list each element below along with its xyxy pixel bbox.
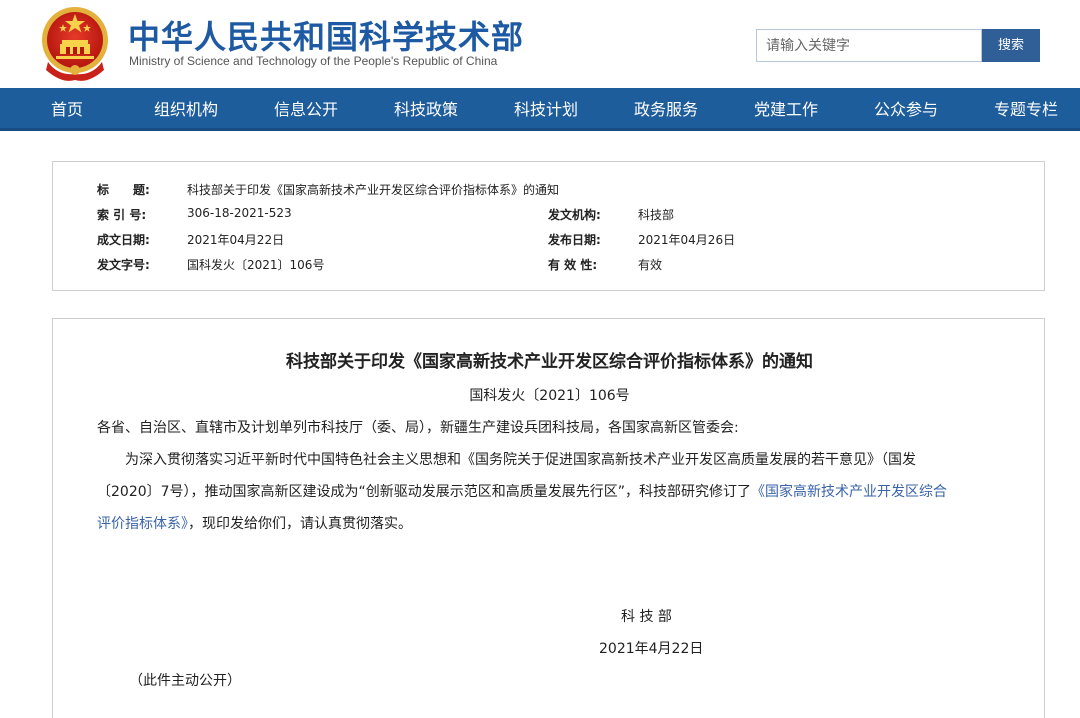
paragraph-text: 〔2020〕7号），推动国家高新区建设成为“创新驱动发展示范区和高质量发展先行区… xyxy=(97,484,752,500)
meta-published-value: 2021年04月26日 xyxy=(638,233,736,247)
article-title: 科技部关于印发《国家高新技术产业开发区综合评价指标体系》的通知 xyxy=(286,352,813,372)
meta-validity-value: 有效 xyxy=(638,258,663,272)
nav-item-programs[interactable]: 科技计划 xyxy=(506,88,586,131)
article-doc-number: 国科发火〔2021〕106号 xyxy=(469,388,630,404)
national-emblem-icon[interactable] xyxy=(38,4,112,82)
nav-item-public[interactable]: 公众参与 xyxy=(866,88,946,131)
nav-item-policy[interactable]: 科技政策 xyxy=(386,88,466,131)
nav-item-home[interactable]: 首页 xyxy=(27,88,107,131)
article-salutation: 各省、自治区、直辖市及计划单列市科技厅（委、局），新疆生产建设兵团科技局，各国家… xyxy=(97,420,739,436)
nav-item-info-disclosure[interactable]: 信息公开 xyxy=(266,88,346,131)
meta-issuer-value: 科技部 xyxy=(638,208,675,222)
main-nav: 首页 组织机构 信息公开 科技政策 科技计划 政务服务 党建工作 公众参与 专题… xyxy=(0,88,1080,131)
meta-index-value: 306-18-2021-523 xyxy=(187,206,292,220)
meta-title-value: 科技部关于印发《国家高新技术产业开发区综合评价指标体系》的通知 xyxy=(187,183,560,197)
meta-published-label: 发布日期: xyxy=(548,233,601,247)
nav-item-topics[interactable]: 专题专栏 xyxy=(986,88,1066,131)
meta-created-value: 2021年04月22日 xyxy=(187,233,285,247)
search-input[interactable] xyxy=(756,29,982,62)
article-paragraph-line-1: 为深入贯彻落实习近平新时代中国特色社会主义思想和《国务院关于促进国家高新技术产业… xyxy=(125,452,916,468)
article-paragraph-line-2: 〔2020〕7号），推动国家高新区建设成为“创新驱动发展示范区和高质量发展先行区… xyxy=(97,481,947,501)
document-meta-box: 标 题: 科技部关于印发《国家高新技术产业开发区综合评价指标体系》的通知 索 引… xyxy=(52,161,1045,291)
article-content: 科技部关于印发《国家高新技术产业开发区综合评价指标体系》的通知 国科发火〔202… xyxy=(52,318,1045,718)
site-title[interactable]: 中华人民共和国科学技术部 xyxy=(128,12,524,58)
indicator-system-link[interactable]: 《国家高新技术产业开发区综合 xyxy=(751,484,947,500)
meta-created-label: 成文日期: xyxy=(97,233,150,247)
indicator-system-link-cont[interactable]: 评价指标体系》 xyxy=(97,516,188,532)
meta-index-label: 索 引 号: xyxy=(97,208,147,222)
search-button[interactable]: 搜索 xyxy=(982,29,1040,62)
signature-issuer: 科 技 部 xyxy=(621,609,672,625)
site-subtitle: Ministry of Science and Technology of th… xyxy=(129,54,498,68)
paragraph-text: ，现印发给你们，请认真贯彻落实。 xyxy=(188,516,412,532)
meta-title-label: 标 题: xyxy=(97,183,150,197)
meta-validity-label: 有 效 性: xyxy=(548,258,598,272)
article-paragraph-line-3: 评价指标体系》，现印发给你们，请认真贯彻落实。 xyxy=(97,513,412,533)
nav-item-party[interactable]: 党建工作 xyxy=(746,88,826,131)
meta-docno-label: 发文字号: xyxy=(97,258,150,272)
site-header: 中华人民共和国科学技术部 Ministry of Science and Tec… xyxy=(0,0,1080,88)
public-disclosure-note: （此件主动公开） xyxy=(129,673,241,689)
nav-item-organization[interactable]: 组织机构 xyxy=(146,88,226,131)
meta-docno-value: 国科发火〔2021〕106号 xyxy=(187,258,325,272)
nav-item-services[interactable]: 政务服务 xyxy=(626,88,706,131)
signature-date: 2021年4月22日 xyxy=(599,641,704,657)
meta-issuer-label: 发文机构: xyxy=(548,208,601,222)
